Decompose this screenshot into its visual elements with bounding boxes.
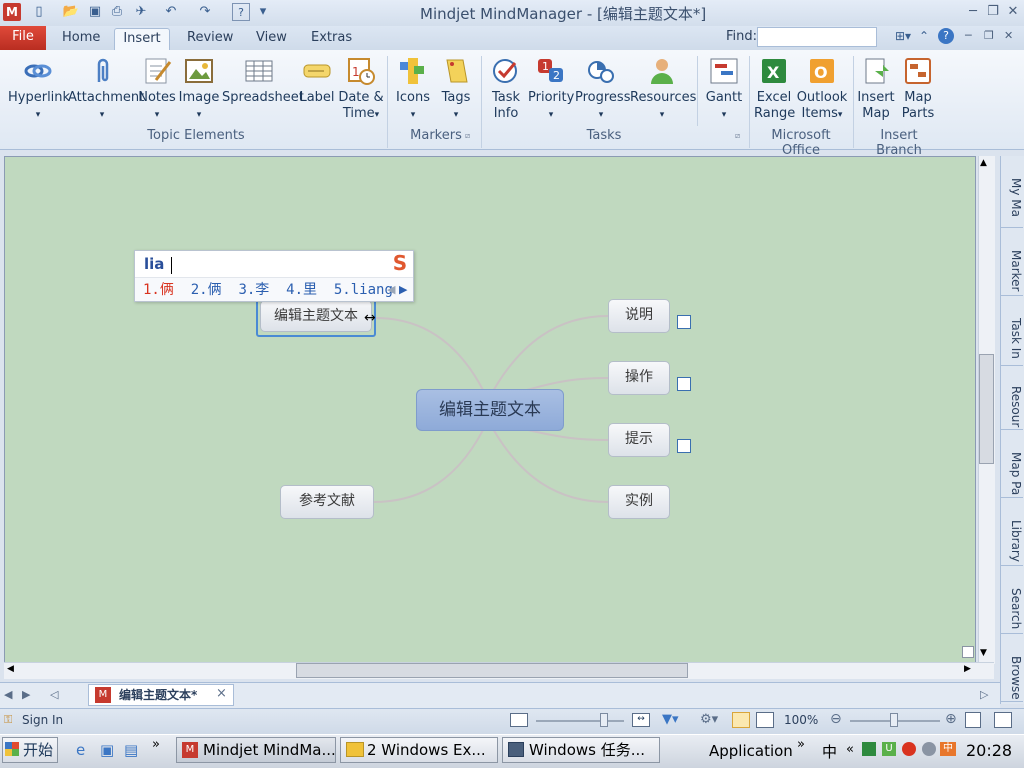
topic-caozuo[interactable]: 操作 (608, 361, 670, 395)
tab-browse[interactable]: Browse (1001, 636, 1023, 702)
tab-task-info[interactable]: Task In (1001, 298, 1023, 366)
tab-markers[interactable]: Marker (1001, 230, 1023, 296)
tray-expand-icon[interactable]: « (846, 742, 854, 757)
fit-map-icon[interactable] (962, 646, 974, 658)
tab-map-parts[interactable]: Map Pa (1001, 432, 1023, 498)
taskbar-task-manager[interactable]: Windows 任务... (502, 737, 660, 763)
zoom-out-icon[interactable]: ⊖ (830, 711, 842, 727)
map-connectors (373, 315, 609, 503)
ime-candidate[interactable]: 2.俩 (191, 282, 222, 298)
scroll-right-icon[interactable]: ▶ (964, 664, 971, 674)
tab-resources[interactable]: Resour (1001, 366, 1023, 430)
fit-width-icon[interactable]: ↔ (632, 713, 650, 727)
note-icon[interactable] (677, 439, 691, 453)
text-caret (171, 257, 172, 274)
nav-forward-icon[interactable]: ▶ (22, 688, 30, 701)
tray-u-icon[interactable]: U (882, 742, 896, 756)
ime-candidate[interactable]: 1.俩 (143, 282, 174, 298)
outline-view-icon[interactable] (756, 712, 774, 728)
horizontal-scroll-thumb[interactable] (296, 663, 688, 678)
topic-cankaowenxian[interactable]: 参考文献 (280, 485, 374, 519)
doc-close-button[interactable]: ✕ (1004, 29, 1013, 42)
map-view-icon[interactable] (510, 713, 528, 727)
nav-back-icon[interactable]: ◀ (4, 688, 12, 701)
key-icon: ⚿ (4, 713, 13, 726)
task-manager-icon (508, 742, 524, 757)
topic-shuoming[interactable]: 说明 (608, 299, 670, 333)
central-topic[interactable]: 编辑主题文本 (416, 389, 564, 431)
ime-candidate[interactable]: 4.里 (286, 282, 317, 298)
gear-icon[interactable]: ⚙▾ (700, 712, 718, 727)
vertical-scroll-thumb[interactable] (979, 354, 994, 464)
tab-scroll-right-icon[interactable]: ▷ (980, 688, 988, 701)
tray-speaker-icon[interactable] (922, 742, 936, 756)
topic-shili[interactable]: 实例 (608, 485, 670, 519)
zoom-slider-thumb[interactable] (890, 713, 898, 727)
tray-ime-icon[interactable]: 中 (940, 742, 956, 756)
tray-app-icon[interactable] (862, 742, 876, 756)
show-desktop-icon[interactable]: ▤ (124, 741, 138, 759)
topic-editing[interactable]: 编辑主题文本 (260, 300, 372, 332)
slider-thumb[interactable] (600, 713, 608, 727)
tab-my-maps[interactable]: My Ma (1001, 158, 1023, 228)
ime-candidate-window: lia S 1.俩 2.俩 3.李 4.里 5.liang ◀ ▶ (134, 250, 414, 302)
filter-icon[interactable]: ▼▾ (662, 712, 679, 727)
zoom-slider-track-left[interactable] (536, 720, 624, 722)
scroll-down-icon[interactable]: ▼ (980, 648, 987, 658)
sign-in-button[interactable]: Sign In (22, 713, 63, 727)
close-button[interactable]: ✕ (1004, 4, 1022, 20)
tray-red-icon[interactable] (902, 742, 916, 756)
sogou-logo-icon: S (392, 251, 408, 275)
fit-page-icon[interactable] (965, 712, 981, 728)
tab-search[interactable]: Search (1001, 568, 1023, 634)
tab-scroll-left-icon[interactable]: ◁ (50, 688, 58, 701)
toolbar-chevron-icon[interactable]: » (797, 737, 805, 752)
close-tab-icon[interactable]: × (216, 686, 227, 701)
note-icon[interactable] (677, 377, 691, 391)
zoom-in-icon[interactable]: ⊕ (945, 711, 957, 727)
map-document-icon: M (95, 687, 111, 703)
ime-prev-icon[interactable]: ◀ (387, 283, 395, 296)
note-icon[interactable] (677, 315, 691, 329)
scroll-left-icon[interactable]: ◀ (7, 664, 14, 674)
resize-cursor-icon: ↔ (364, 310, 376, 326)
ime-language-icon[interactable]: 中 (822, 741, 837, 762)
ime-composition: lia (144, 255, 165, 273)
mindmanager-app-icon: M (182, 742, 198, 758)
layout-toggle-icon[interactable] (994, 712, 1012, 728)
ime-candidate[interactable]: 3.李 (238, 282, 269, 298)
map-layout-icon[interactable] (732, 712, 750, 728)
topic-tishi[interactable]: 提示 (608, 423, 670, 457)
system-clock[interactable]: 20:28 (966, 741, 1012, 760)
windows-logo-icon (5, 742, 19, 756)
zoom-level: 100% (784, 713, 819, 727)
tab-library[interactable]: Library (1001, 500, 1023, 566)
ie-icon[interactable]: e (76, 741, 85, 759)
taskbar-mindmanager[interactable]: Mindjet MindMa... (176, 737, 336, 763)
ime-candidate-list: 1.俩 2.俩 3.李 4.里 5.liang (135, 277, 413, 301)
folder-icon (346, 742, 364, 757)
overflow-chevron-icon[interactable]: » (152, 737, 160, 752)
scroll-up-icon[interactable]: ▲ (980, 158, 987, 168)
ime-next-icon[interactable]: ▶ (399, 283, 407, 296)
ime-candidate[interactable]: 5.liang (334, 282, 393, 298)
quicklaunch-icon[interactable]: ▣ (100, 741, 114, 759)
